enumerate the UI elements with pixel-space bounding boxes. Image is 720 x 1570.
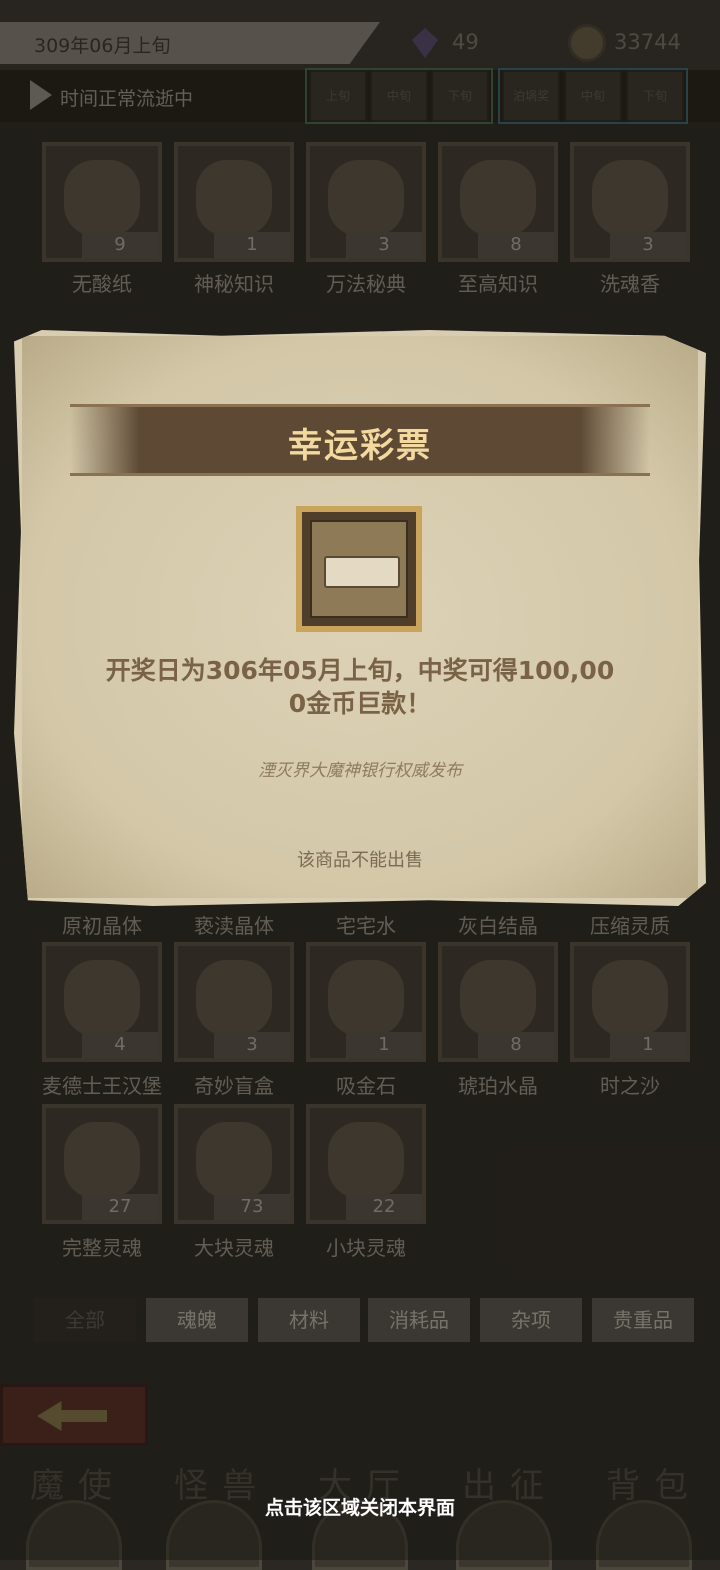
description-line-1: 开奖日为306年05月上旬，中奖可得100,00 xyxy=(105,656,615,685)
dialog-title: 幸运彩票 xyxy=(288,426,432,466)
lottery-ticket-icon xyxy=(324,556,400,588)
item-source: 湮灭界大魔神银行权威发布 xyxy=(258,761,462,781)
item-icon-bg xyxy=(310,520,408,618)
description-line-2: 0金币巨款！ xyxy=(288,689,432,718)
item-icon-frame xyxy=(296,506,422,632)
close-hint[interactable]: 点击该区域关闭本界面 xyxy=(0,1493,720,1520)
item-description: 开奖日为306年05月上旬，中奖可得100,00 0金币巨款！ xyxy=(90,654,630,720)
no-sell-note: 该商品不能出售 xyxy=(297,850,423,871)
